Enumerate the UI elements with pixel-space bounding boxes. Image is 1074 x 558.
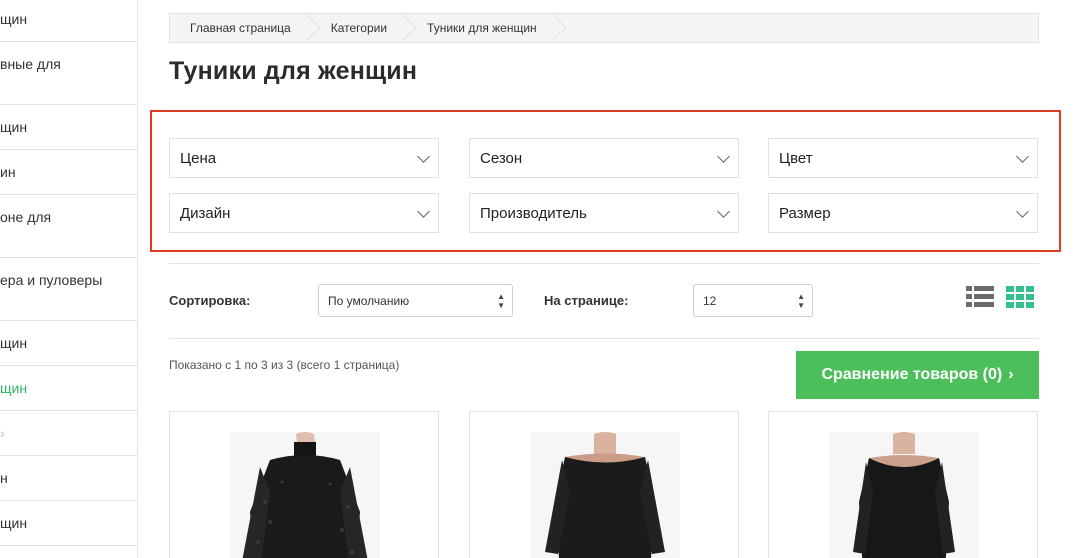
per-page-value: 12 <box>703 294 717 308</box>
product-image-black-tunic[interactable] <box>470 412 739 558</box>
sidebar-item[interactable]: оне для <box>0 195 137 258</box>
sidebar-item-label: щин <box>0 515 28 531</box>
category-sidebar: щин вные для щин ин оне для ера и пулове… <box>0 0 138 558</box>
sort-value: По умолчанию <box>328 294 410 308</box>
sort-select[interactable]: По умолчанию ▲ ▼ <box>318 284 513 317</box>
grid-view-icon[interactable] <box>1006 286 1034 308</box>
breadcrumb-home[interactable]: Главная страница <box>170 14 311 42</box>
sidebar-item[interactable]: вные для <box>0 42 137 105</box>
sidebar-item-label: щин <box>0 335 28 351</box>
breadcrumb-current[interactable]: Туники для женщин <box>407 14 557 42</box>
chevron-down-icon <box>717 205 730 218</box>
filter-label: Размер <box>779 205 831 222</box>
filter-season-dropdown[interactable]: Сезон <box>469 138 739 178</box>
product-image-black-lace-tunic[interactable] <box>170 412 439 558</box>
filter-label: Производитель <box>480 205 587 222</box>
chevron-right-icon: › <box>1008 366 1014 383</box>
chevron-down-icon <box>717 150 730 163</box>
chevron-down-icon <box>1016 205 1029 218</box>
chevron-right-icon: › <box>0 425 5 441</box>
sidebar-item-label: оне для <box>0 209 52 225</box>
filter-label: Цвет <box>779 150 813 167</box>
breadcrumb-categories[interactable]: Категории <box>311 14 407 42</box>
filter-label: Дизайн <box>180 205 231 222</box>
sidebar-item-label: ин <box>0 164 16 180</box>
sidebar-item[interactable]: щин <box>0 501 137 546</box>
sidebar-item[interactable]: н <box>0 456 137 501</box>
sidebar-item[interactable]: щин <box>0 0 137 42</box>
chevron-down-icon <box>1016 150 1029 163</box>
chevron-down-icon <box>417 205 430 218</box>
sidebar-item-label: щин <box>0 380 28 396</box>
compare-button-label: Сравнение товаров (0) <box>821 366 1003 383</box>
product-card[interactable] <box>469 411 739 558</box>
compare-products-button[interactable]: Сравнение товаров (0) › <box>796 351 1039 399</box>
product-image-black-tunic-sleeveless[interactable] <box>769 412 1038 558</box>
list-view-icon[interactable] <box>966 286 994 308</box>
sort-label: Сортировка: <box>169 293 251 308</box>
divider <box>169 263 1039 264</box>
filter-design-dropdown[interactable]: Дизайн <box>169 193 439 233</box>
results-count-text: Показано с 1 по 3 из 3 (всего 1 страница… <box>169 358 400 372</box>
sidebar-item-label: щин <box>0 11 28 27</box>
product-card[interactable] <box>768 411 1038 558</box>
sidebar-item-label: ера и пуловеры <box>0 272 103 288</box>
chevron-down-icon <box>417 150 430 163</box>
sidebar-item-active[interactable]: щин <box>0 366 137 411</box>
sidebar-item[interactable]: щин <box>0 105 137 150</box>
sidebar-item-label: вные для <box>0 56 61 72</box>
sidebar-item-label: щин <box>0 119 28 135</box>
sidebar-item[interactable]: щин <box>0 321 137 366</box>
breadcrumb: Главная страница Категории Туники для же… <box>169 13 1039 43</box>
page-title: Туники для женщин <box>169 57 418 85</box>
filter-label: Цена <box>180 150 217 167</box>
sidebar-item[interactable]: ера и пуловеры <box>0 258 137 321</box>
filter-size-dropdown[interactable]: Размер <box>768 193 1038 233</box>
sidebar-item[interactable]: ин <box>0 150 137 195</box>
select-arrows-icon: ▲ ▼ <box>797 292 805 310</box>
product-card[interactable] <box>169 411 439 558</box>
filter-price-dropdown[interactable]: Цена <box>169 138 439 178</box>
filter-label: Сезон <box>480 150 523 167</box>
sidebar-item-expandable[interactable]: › <box>0 411 137 456</box>
per-page-label: На странице: <box>544 293 629 308</box>
sidebar-item-label: н <box>0 470 8 486</box>
filter-manufacturer-dropdown[interactable]: Производитель <box>469 193 739 233</box>
select-arrows-icon: ▲ ▼ <box>497 292 505 310</box>
filter-color-dropdown[interactable]: Цвет <box>768 138 1038 178</box>
per-page-select[interactable]: 12 ▲ ▼ <box>693 284 813 317</box>
divider <box>169 338 1039 339</box>
